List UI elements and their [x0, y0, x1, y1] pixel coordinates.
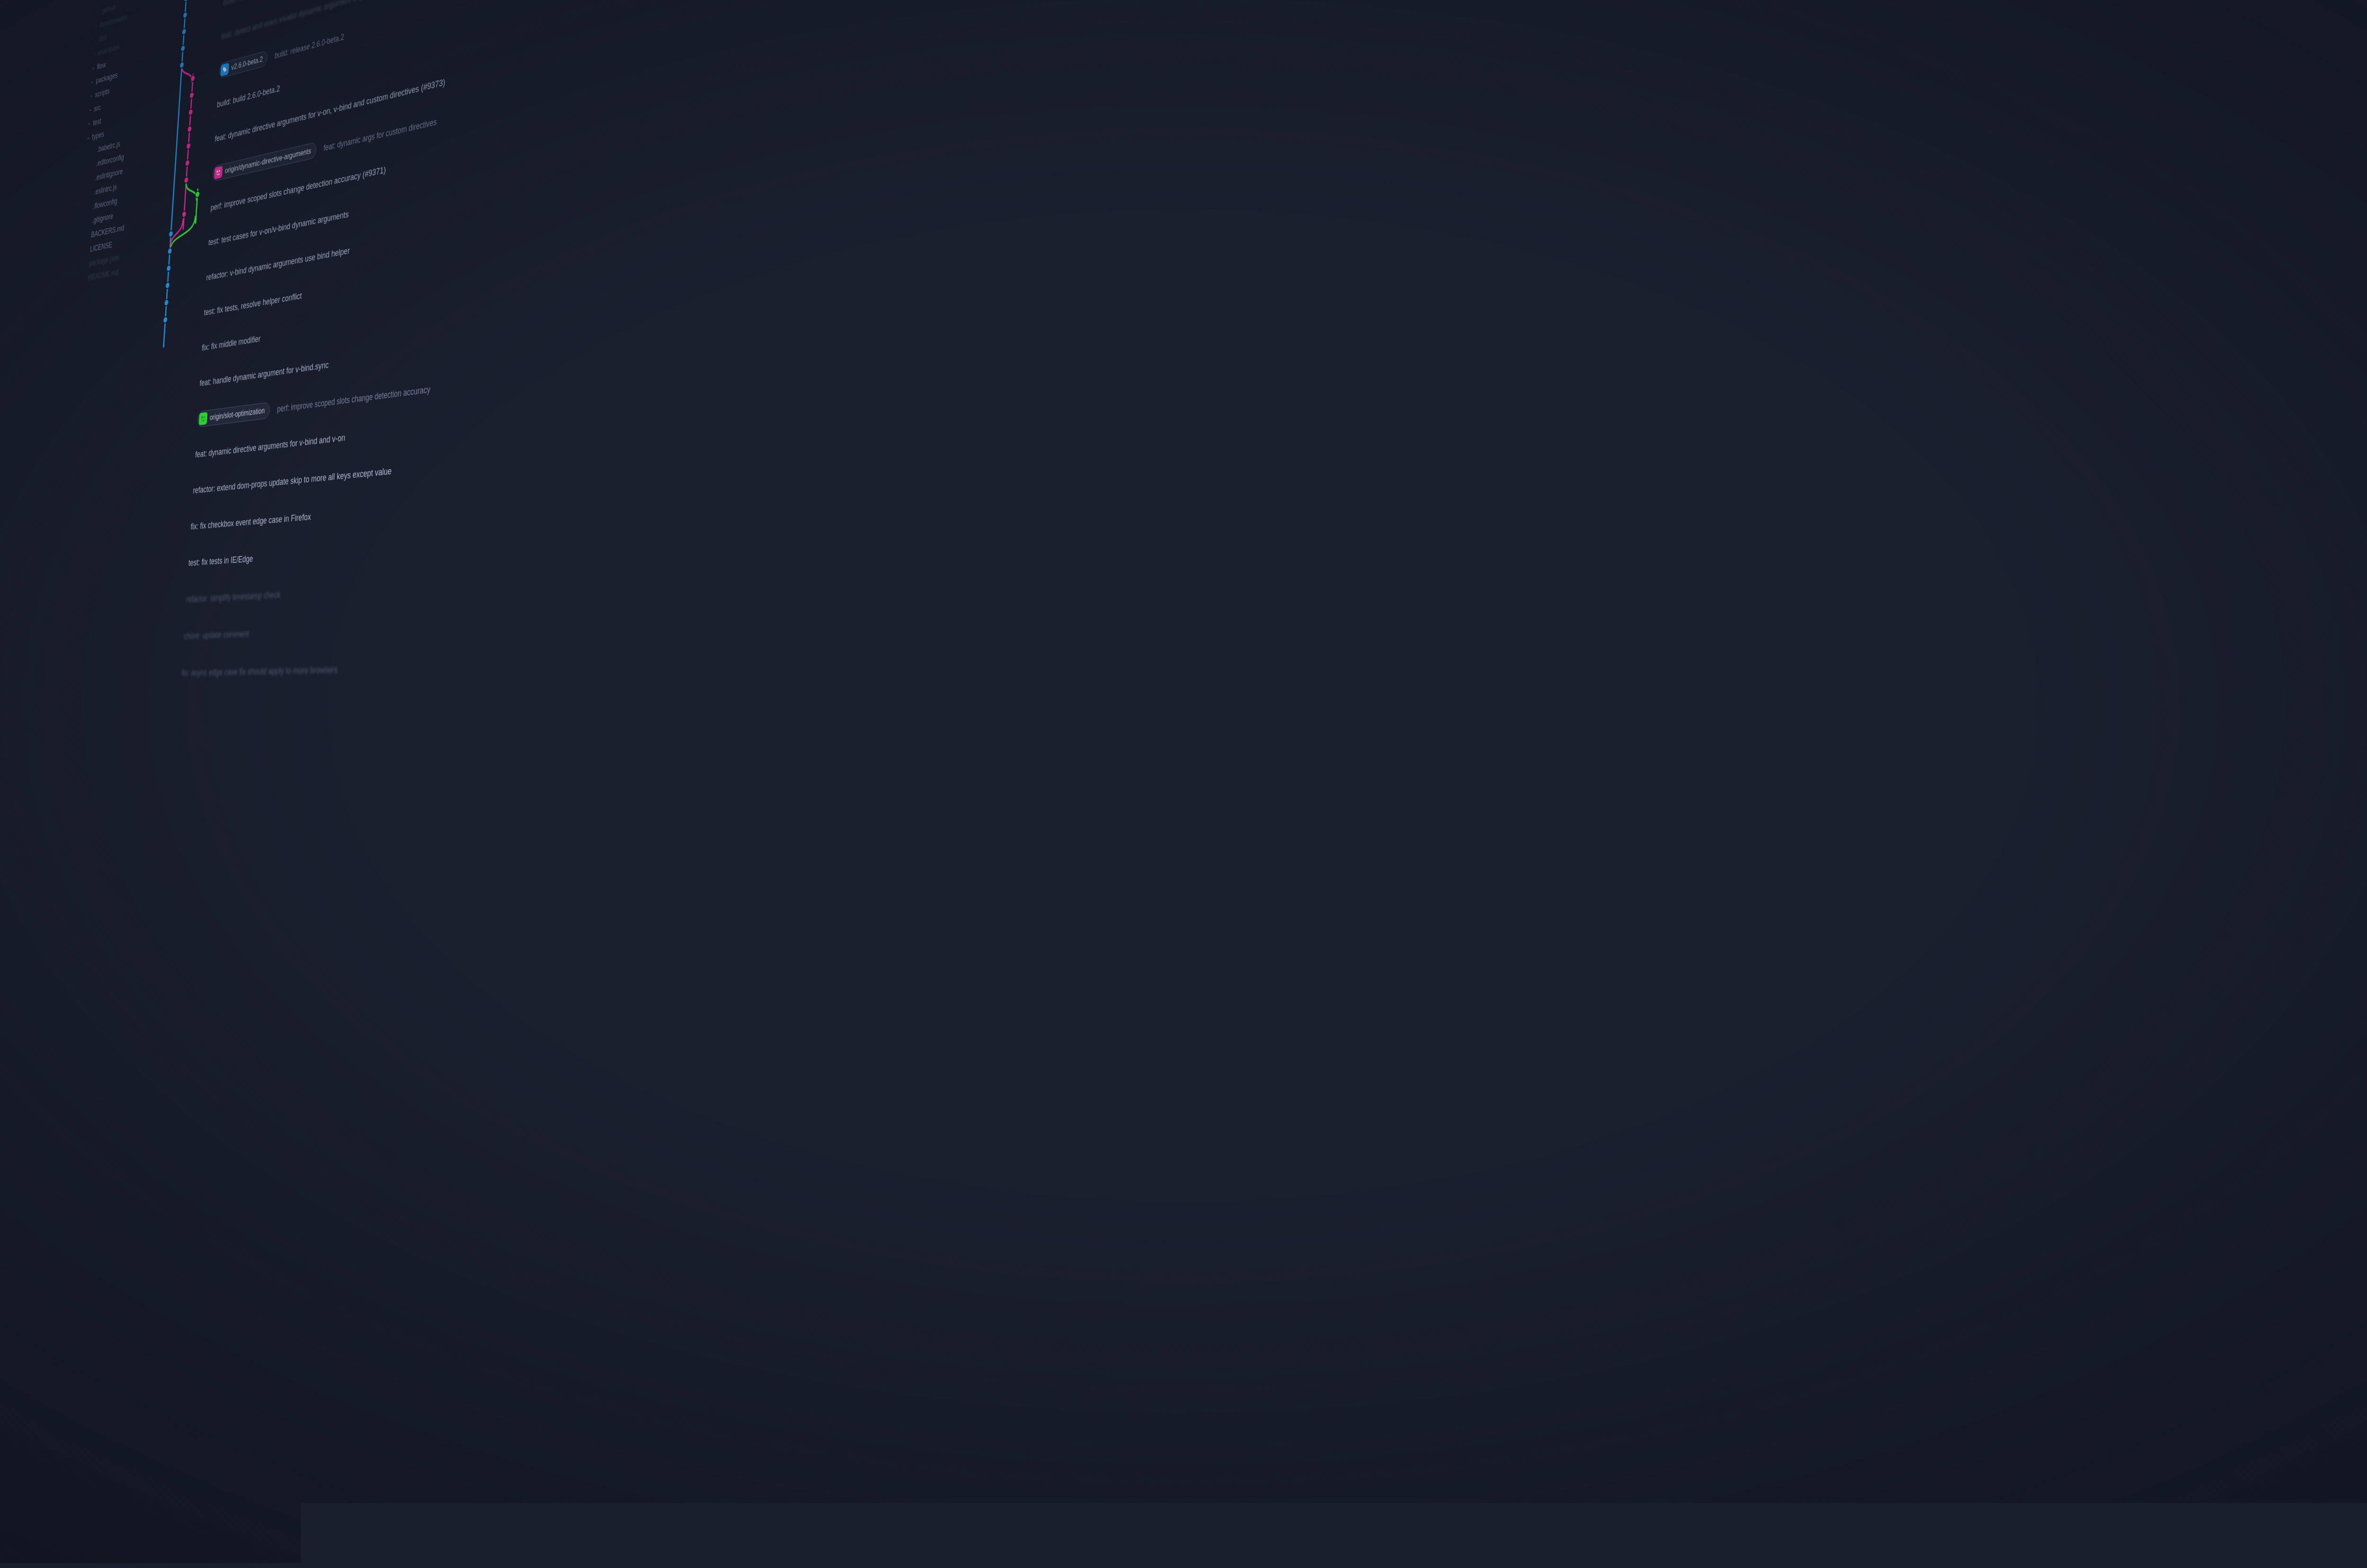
commit-side-message: perf: improve scoped slots change detect…: [277, 384, 431, 414]
tree-item-label: src: [94, 103, 101, 114]
commit-side-message: build: release 2.6.0-beta.2: [275, 32, 345, 61]
chevron-right-icon: ▸: [87, 135, 90, 141]
chevron-right-icon: ▸: [90, 93, 93, 98]
commit-message: refactor: extend dom-props update skip t…: [193, 466, 392, 496]
commit-row[interactable]: chore: update comment: [125, 610, 634, 648]
chevron-right-icon: ▸: [89, 107, 92, 113]
tree-item-label: .gitignore: [92, 212, 114, 225]
chevron-right-icon: ▸: [93, 52, 96, 57]
blank-icon: [90, 178, 93, 179]
tag-icon: [220, 62, 229, 76]
commit-row[interactable]: fix: async edge case fix should apply to…: [122, 654, 633, 684]
commit-message: feat: handle dynamic argument for v-bind…: [199, 360, 329, 389]
commit-node[interactable]: [187, 126, 191, 132]
commit-side-message: feat: dynamic args for custom directives: [323, 116, 437, 153]
git-branch-icon: [214, 166, 223, 179]
blank-icon: [84, 264, 87, 265]
tree-item-label: test: [93, 116, 101, 127]
commit-message: chore: update comment: [184, 629, 249, 642]
chevron-right-icon: ▸: [96, 10, 99, 16]
commit-node[interactable]: [180, 62, 184, 68]
tree-item-label: dist: [98, 33, 107, 44]
commit-row[interactable]: refactor: simplify timestamp check: [127, 566, 636, 612]
branch-badge[interactable]: origin/slot-optimization: [197, 402, 270, 427]
commit-message: build: build 2.6.0-beta.2: [217, 84, 280, 110]
chevron-right-icon: ▸: [95, 24, 98, 29]
commit-message: test: test cases for v-on/v-bind dynamic…: [208, 209, 349, 248]
ref-label: origin/dynamic-directive-arguments: [225, 146, 311, 176]
ref-label: v2.6.0-beta.2: [231, 54, 263, 72]
app-window: ▸.github▸benchmarks▸dist▸examples▸flow▸p…: [58, 0, 659, 478]
tree-item-label: flow: [97, 60, 106, 71]
commit-node[interactable]: [182, 28, 186, 35]
commit-node[interactable]: [190, 92, 194, 98]
commit-message: refactor: v-bind dynamic arguments use b…: [206, 246, 350, 283]
git-branch-icon: [199, 412, 208, 425]
commit-message: refactor: simplify timestamp check: [186, 590, 281, 605]
chevron-right-icon: ▸: [88, 122, 91, 127]
commit-message: feat: dynamic directive arguments for v-…: [195, 433, 346, 461]
tree-item-label: LICENSE: [90, 240, 112, 254]
commit-message: fix: async edge case fix should apply to…: [181, 664, 338, 679]
commit-node[interactable]: [186, 160, 189, 166]
ref-label: origin/slot-optimization: [209, 406, 265, 423]
commit-message: test: fix tests, resolve helper conflict: [204, 291, 302, 319]
tree-item-label: types: [92, 130, 105, 142]
commit-node[interactable]: [167, 265, 170, 271]
commit-message: fix: fix checkbox event edge case in Fir…: [190, 512, 311, 532]
commit-node[interactable]: [196, 191, 200, 197]
chevron-right-icon: ▸: [92, 65, 95, 71]
tree-item-label: README.md: [88, 267, 119, 283]
blank-icon: [88, 207, 91, 208]
chevron-right-icon: ▸: [94, 38, 97, 44]
chevron-right-icon: ▸: [91, 80, 94, 85]
commit-message: fix: fix middle modifier: [202, 334, 261, 354]
commit-node[interactable]: [169, 231, 173, 237]
blank-icon: [87, 221, 90, 222]
commit-node[interactable]: [164, 300, 168, 306]
git-history: build: build 2.6.0-beta.2build: fix feat…: [136, 0, 660, 470]
tag-badge[interactable]: v2.6.0-beta.2: [219, 50, 268, 79]
commit-message: test: fix tests in IE/Edge: [188, 554, 253, 569]
tree-item-label: scripts: [95, 87, 110, 99]
branch-badge[interactable]: origin/dynamic-directive-arguments: [212, 142, 316, 182]
